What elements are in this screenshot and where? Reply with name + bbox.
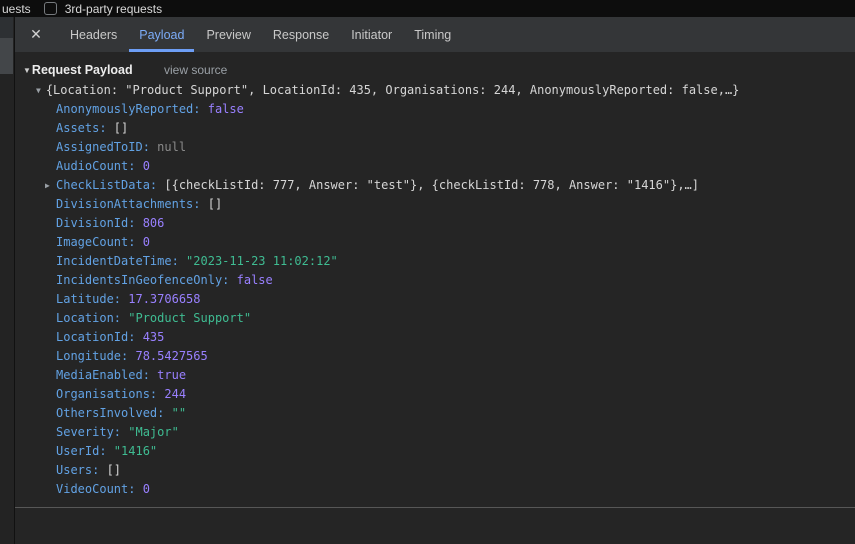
property-value: "1416" xyxy=(114,444,157,458)
payload-property-row: Longitude: 78.5427565 xyxy=(15,347,855,366)
payload-property-row: Latitude: 17.3706658 xyxy=(15,290,855,309)
payload-content: ▼Request Payload view source ▼{Location:… xyxy=(15,52,855,544)
triangle-down-icon[interactable]: ▼ xyxy=(36,86,41,95)
request-detail-panel: ✕ HeadersPayloadPreviewResponseInitiator… xyxy=(14,17,855,544)
payload-property-row: Location: "Product Support" xyxy=(15,309,855,328)
close-icon[interactable]: ✕ xyxy=(25,26,47,43)
payload-property-row: DivisionAttachments: [] xyxy=(15,195,855,214)
property-key: AnonymouslyReported: xyxy=(56,102,208,116)
property-key: OthersInvolved: xyxy=(56,406,172,420)
property-key: Location: xyxy=(56,311,128,325)
devtools-network-panel: uests 3rd-party requests ✕ HeadersPayloa… xyxy=(0,0,855,544)
triangle-right-icon[interactable]: ▶ xyxy=(45,176,56,195)
network-list-scrollbar-thumb[interactable] xyxy=(0,38,13,74)
third-party-requests-label: 3rd-party requests xyxy=(65,2,162,16)
payload-property-row[interactable]: ▶CheckListData: [{checkListId: 777, Answ… xyxy=(15,176,855,195)
network-filter-bar: uests 3rd-party requests xyxy=(0,0,855,17)
payload-property-row: Assets: [] xyxy=(15,119,855,138)
property-value: 17.3706658 xyxy=(128,292,200,306)
payload-property-row: ImageCount: 0 xyxy=(15,233,855,252)
payload-property-row: DivisionId: 806 xyxy=(15,214,855,233)
property-value: 0 xyxy=(143,235,150,249)
payload-property-row: Organisations: 244 xyxy=(15,385,855,404)
property-value: 78.5427565 xyxy=(135,349,207,363)
property-key: IncidentsInGeofenceOnly: xyxy=(56,273,237,287)
property-value: false xyxy=(237,273,273,287)
payload-property-row: IncidentDateTime: "2023-11-23 11:02:12" xyxy=(15,252,855,271)
property-key: ImageCount: xyxy=(56,235,143,249)
property-key: IncidentDateTime: xyxy=(56,254,186,268)
section-title: Request Payload xyxy=(32,63,133,77)
property-key: Latitude: xyxy=(56,292,128,306)
property-value: 0 xyxy=(143,482,150,496)
payload-property-row: AnonymouslyReported: false xyxy=(15,100,855,119)
third-party-requests-checkbox[interactable] xyxy=(44,2,57,15)
payload-property-row: MediaEnabled: true xyxy=(15,366,855,385)
tab-response[interactable]: Response xyxy=(263,17,339,52)
property-value: [] xyxy=(114,121,128,135)
property-key: VideoCount: xyxy=(56,482,143,496)
property-key: Severity: xyxy=(56,425,128,439)
tab-headers[interactable]: Headers xyxy=(60,17,127,52)
property-value: "Major" xyxy=(128,425,179,439)
property-value: [] xyxy=(107,463,121,477)
property-key: AssignedToID: xyxy=(56,140,157,154)
tab-preview[interactable]: Preview xyxy=(196,17,260,52)
triangle-down-icon[interactable]: ▼ xyxy=(23,66,31,75)
payload-root-row[interactable]: ▼ {Location: "Product Support", LocationI… xyxy=(15,81,855,100)
payload-property-row: AssignedToID: null xyxy=(15,138,855,157)
section-divider xyxy=(15,507,855,508)
payload-property-row: IncidentsInGeofenceOnly: false xyxy=(15,271,855,290)
property-key: Users: xyxy=(56,463,107,477)
payload-property-row: Users: [] xyxy=(15,461,855,480)
property-value: "Product Support" xyxy=(128,311,251,325)
request-payload-section-header[interactable]: ▼Request Payload view source xyxy=(15,59,855,81)
property-value: 244 xyxy=(164,387,186,401)
payload-properties-list: AnonymouslyReported: falseAssets: []Assi… xyxy=(15,100,855,499)
network-list-edge-row xyxy=(0,17,13,38)
property-key: DivisionId: xyxy=(56,216,143,230)
property-value: [{checkListId: 777, Answer: "test"}, {ch… xyxy=(164,178,699,192)
property-value: null xyxy=(157,140,186,154)
payload-root-preview: {Location: "Product Support", LocationId… xyxy=(46,83,740,97)
property-key: UserId: xyxy=(56,444,114,458)
tab-payload[interactable]: Payload xyxy=(129,17,194,52)
payload-property-row: OthersInvolved: "" xyxy=(15,404,855,423)
property-value: "" xyxy=(172,406,186,420)
network-list-edge xyxy=(0,17,14,544)
payload-property-row: Severity: "Major" xyxy=(15,423,855,442)
property-key: MediaEnabled: xyxy=(56,368,157,382)
property-value: 0 xyxy=(143,159,150,173)
property-key: AudioCount: xyxy=(56,159,143,173)
property-key: LocationId: xyxy=(56,330,143,344)
view-source-link[interactable]: view source xyxy=(164,63,227,77)
property-key: DivisionAttachments: xyxy=(56,197,208,211)
tab-initiator[interactable]: Initiator xyxy=(341,17,402,52)
property-value: 435 xyxy=(143,330,165,344)
detail-tab-bar: ✕ HeadersPayloadPreviewResponseInitiator… xyxy=(15,17,855,52)
payload-property-row: AudioCount: 0 xyxy=(15,157,855,176)
property-key: Assets: xyxy=(56,121,114,135)
tab-timing[interactable]: Timing xyxy=(404,17,461,52)
property-value: true xyxy=(157,368,186,382)
property-value: [] xyxy=(208,197,222,211)
property-key: CheckListData: xyxy=(56,178,164,192)
property-value: false xyxy=(208,102,244,116)
property-key: Organisations: xyxy=(56,387,164,401)
property-value: "2023-11-23 11:02:12" xyxy=(186,254,338,268)
payload-property-row: VideoCount: 0 xyxy=(15,480,855,499)
payload-property-row: UserId: "1416" xyxy=(15,442,855,461)
payload-property-row: LocationId: 435 xyxy=(15,328,855,347)
property-value: 806 xyxy=(143,216,165,230)
property-key: Longitude: xyxy=(56,349,135,363)
filter-partial-text: uests xyxy=(2,2,31,16)
